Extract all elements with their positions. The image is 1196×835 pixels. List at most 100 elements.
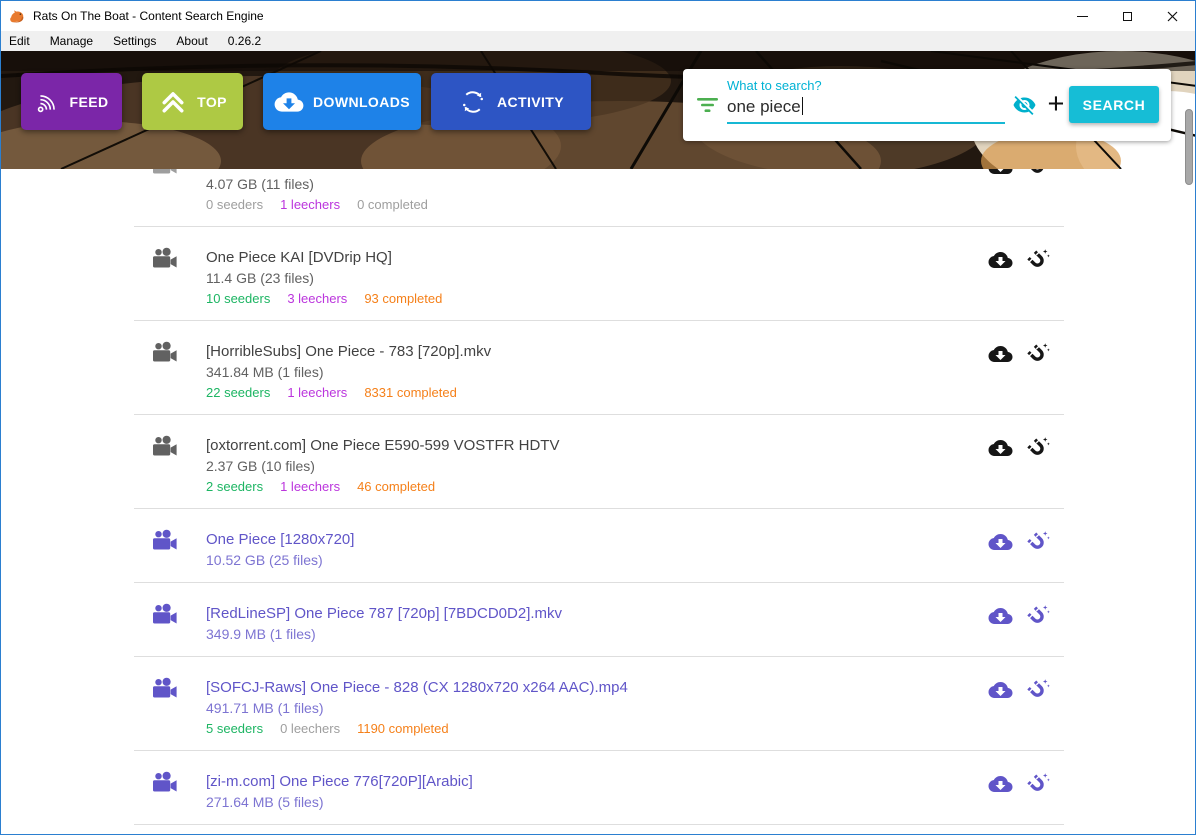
results-list: One Piece 4.07 GB (11 files) 0 seeders1 … <box>134 169 1064 825</box>
table-row[interactable]: [zi-m.com] One Piece 776[720P][Arabic] 2… <box>134 751 1064 825</box>
minimize-button[interactable] <box>1060 1 1105 31</box>
maximize-button[interactable] <box>1105 1 1150 31</box>
downloads-button[interactable]: DOWNLOADS <box>263 73 421 130</box>
search-hint-label: What to search? <box>727 78 822 93</box>
download-torrent-button[interactable] <box>988 604 1013 631</box>
torrent-title: [SOFCJ-Raws] One Piece - 828 (CX 1280x72… <box>206 677 954 698</box>
rat-logo-icon <box>9 8 26 25</box>
table-row[interactable]: [HorribleSubs] One Piece - 783 [720p].mk… <box>134 321 1064 415</box>
table-row[interactable]: [RedLineSP] One Piece 787 [720p] [7BDCD0… <box>134 583 1064 657</box>
row-actions <box>988 530 1050 557</box>
cloud-download-icon <box>988 532 1013 552</box>
add-search-provider-button[interactable]: + <box>1041 83 1071 125</box>
search-input[interactable]: one piece <box>727 97 1005 117</box>
magnet-link-button[interactable] <box>1026 530 1050 557</box>
magnet-link-button[interactable] <box>1026 169 1050 181</box>
completed-count: 93 completed <box>364 291 442 306</box>
magnet-icon <box>1026 530 1050 554</box>
torrent-size: 11.4 GB (23 files) <box>206 268 954 289</box>
table-row[interactable]: One Piece KAI [DVDrip HQ] 11.4 GB (23 fi… <box>134 227 1064 321</box>
download-torrent-button[interactable] <box>988 248 1013 275</box>
activity-button[interactable]: ACTIVITY <box>431 73 591 130</box>
magnet-link-button[interactable] <box>1026 248 1050 275</box>
window-controls <box>1060 1 1195 31</box>
download-torrent-button[interactable] <box>988 678 1013 705</box>
feed-button-label: FEED <box>70 94 109 110</box>
download-torrent-button[interactable] <box>988 530 1013 557</box>
download-torrent-button[interactable] <box>988 436 1013 463</box>
leechers-count: 1 leechers <box>280 479 340 494</box>
torrent-size: 271.64 MB (5 files) <box>206 792 954 813</box>
menu-item-about[interactable]: About <box>176 34 218 48</box>
completed-count: 1190 completed <box>357 721 449 736</box>
torrent-title: [HorribleSubs] One Piece - 783 [720p].mk… <box>206 341 954 362</box>
search-button[interactable]: SEARCH <box>1069 86 1159 123</box>
menu-item-manage[interactable]: Manage <box>50 34 104 48</box>
video-camera-icon <box>151 247 178 272</box>
seeders-count: 10 seeders <box>206 291 270 306</box>
magnet-link-button[interactable] <box>1026 772 1050 799</box>
download-torrent-button[interactable] <box>988 772 1013 799</box>
torrent-size: 341.84 MB (1 files) <box>206 362 954 383</box>
table-row[interactable]: One Piece 4.07 GB (11 files) 0 seeders1 … <box>134 169 1064 227</box>
torrent-title: One Piece KAI [DVDrip HQ] <box>206 247 954 268</box>
header: FEED TOP DOWNLOADS <box>1 51 1195 169</box>
torrent-title: [zi-m.com] One Piece 776[720P][Arabic] <box>206 771 954 792</box>
magnet-icon <box>1026 436 1050 460</box>
magnet-icon <box>1026 342 1050 366</box>
scrollbar-thumb[interactable] <box>1185 109 1193 185</box>
search-input-underline <box>727 122 1005 124</box>
torrent-size: 491.71 MB (1 files) <box>206 698 954 719</box>
menu-item-settings[interactable]: Settings <box>113 34 167 48</box>
seeders-count: 2 seeders <box>206 479 263 494</box>
video-camera-icon <box>151 603 178 628</box>
download-torrent-button[interactable] <box>988 169 1013 181</box>
window-title: Rats On The Boat - Content Search Engine <box>33 9 264 23</box>
search-input-value: one piece <box>727 97 801 116</box>
maximize-icon <box>1123 12 1132 21</box>
leechers-count: 3 leechers <box>287 291 347 306</box>
magnet-link-button[interactable] <box>1026 342 1050 369</box>
magnet-icon <box>1026 678 1050 702</box>
row-actions <box>988 169 1050 181</box>
close-button[interactable] <box>1150 1 1195 31</box>
magnet-link-button[interactable] <box>1026 678 1050 705</box>
activity-button-label: ACTIVITY <box>497 94 564 110</box>
menu-item-0-26-2: 0.26.2 <box>228 34 272 48</box>
row-actions <box>988 342 1050 369</box>
downloads-button-label: DOWNLOADS <box>313 94 410 110</box>
magnet-link-button[interactable] <box>1026 604 1050 631</box>
magnet-icon <box>1026 169 1050 178</box>
menu-item-edit[interactable]: Edit <box>9 34 41 48</box>
nav-buttons: FEED TOP DOWNLOADS <box>21 73 591 130</box>
video-camera-icon <box>151 341 178 366</box>
plus-icon: + <box>1048 88 1065 120</box>
video-camera-icon <box>151 771 178 796</box>
table-row[interactable]: [oxtorrent.com] One Piece E590-599 VOSTF… <box>134 415 1064 509</box>
torrent-title: One Piece [1280x720] <box>206 529 954 550</box>
torrent-stats: 22 seeders1 leechers8331 completed <box>206 383 954 403</box>
row-actions <box>988 678 1050 705</box>
eye-off-icon[interactable] <box>1011 93 1038 117</box>
completed-count: 0 completed <box>357 197 428 212</box>
sync-circle-icon <box>458 87 488 117</box>
text-caret <box>802 97 803 115</box>
seeders-count: 22 seeders <box>206 385 270 400</box>
magnet-icon <box>1026 772 1050 796</box>
magnet-link-button[interactable] <box>1026 436 1050 463</box>
filter-icon[interactable] <box>697 97 718 113</box>
menubar: Edit Manage Settings About 0.26.2 <box>1 31 1195 51</box>
app-window: Rats On The Boat - Content Search Engine… <box>0 0 1196 835</box>
table-row[interactable]: [SOFCJ-Raws] One Piece - 828 (CX 1280x72… <box>134 657 1064 751</box>
torrent-stats: 2 seeders1 leechers46 completed <box>206 477 954 497</box>
top-button[interactable]: TOP <box>142 73 243 130</box>
leechers-count: 0 leechers <box>280 721 340 736</box>
seeders-count: 0 seeders <box>206 197 263 212</box>
feed-waves-icon <box>35 89 61 115</box>
torrent-stats: 0 seeders 1 leechers 0 completed <box>206 195 954 215</box>
leechers-count: 1 leechers <box>280 197 340 212</box>
table-row[interactable]: One Piece [1280x720] 10.52 GB (25 files) <box>134 509 1064 583</box>
video-camera-icon <box>151 435 178 460</box>
download-torrent-button[interactable] <box>988 342 1013 369</box>
feed-button[interactable]: FEED <box>21 73 122 130</box>
